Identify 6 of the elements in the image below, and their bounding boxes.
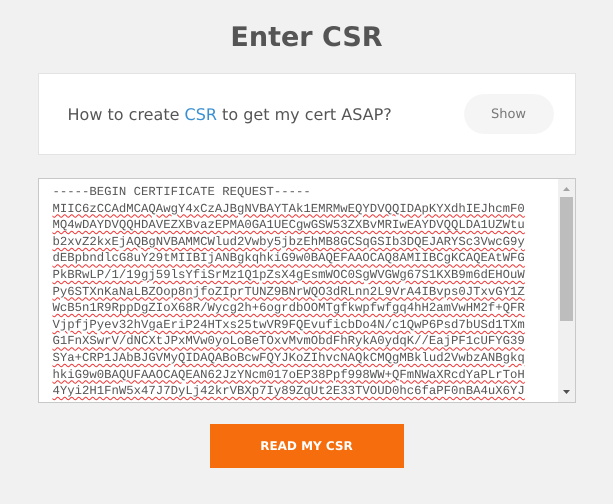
show-button[interactable]: Show — [464, 94, 554, 134]
read-csr-button[interactable]: READ MY CSR — [210, 424, 404, 468]
help-question: How to create CSR to get my cert ASAP? — [68, 104, 392, 124]
scrollbar[interactable] — [558, 179, 574, 402]
csr-text-area[interactable]: -----BEGIN CERTIFICATE REQUEST----- MIIC6zCCAdMCAQAwgY4xCzAJBgNVBAYTAk1EMRMwEQYDVQQIDApKYXdhIEJhcmF0 MQ4wDAYDVQQHDAVEZXBvazEPMA0GA1UECgwGSW53ZXBvMRIwEAYDVQQLDA1UZWtu b2xvZ2kxEjAQBgNVBAMMCWlud2Vwby5jbzEhMB8GCSqGSIb3DQEJARYSc3VwcG9y dEBpbndlcG8uY29tMIIBIjANBgkqhkiG9w0BAQEFAAOCAQ8AMIIBCgKCAQEAtWFG PkBRwLP/1/19gj59lsYfiSrMz1Q1pZsX4gEsmWOC0SgWVGWg67S1KXB9m6dEHOuW Py6STXnKaNaLBZOop8njfoZIprTUNZ9BNrWQO3dRLnn2L9VrA4IBvps0JTxvGY1Z WcB5n1R9RppDgZIoX68R/Wycg2h+6ogrdbOOMTgfkwpfwfgq4hH2amVwHM2f+QFR VjpfjPyev32hVgaEriP24HTxs25twVR9FQEvuficbDo4N/c1QwP6Psd7bUSd1TXm G1FnXSwrV/dNCXtJPxMVw0yoLoBeTOxvMvmObdFhRykA0ydqK//EajPF1cUFYG39 SYa+CRP1JAbBJGVMyQIDAQABoBcwFQYJKoZIhvcNAQkCMQgMBklud2VwbzANBgkq hkiG9w0BAQUFAAOCAQEAN62JzYNcm017oEP38Ppf998WW+QFmNWaXRcdYaPLrToH 4Yyi2H1FnW5x47J7DyLj42krVBXp7Iy89ZqUt2E33TVOUD0hc6faPF0nBA4uX6YJ — [38, 178, 576, 403]
page-title: Enter CSR — [230, 22, 383, 53]
